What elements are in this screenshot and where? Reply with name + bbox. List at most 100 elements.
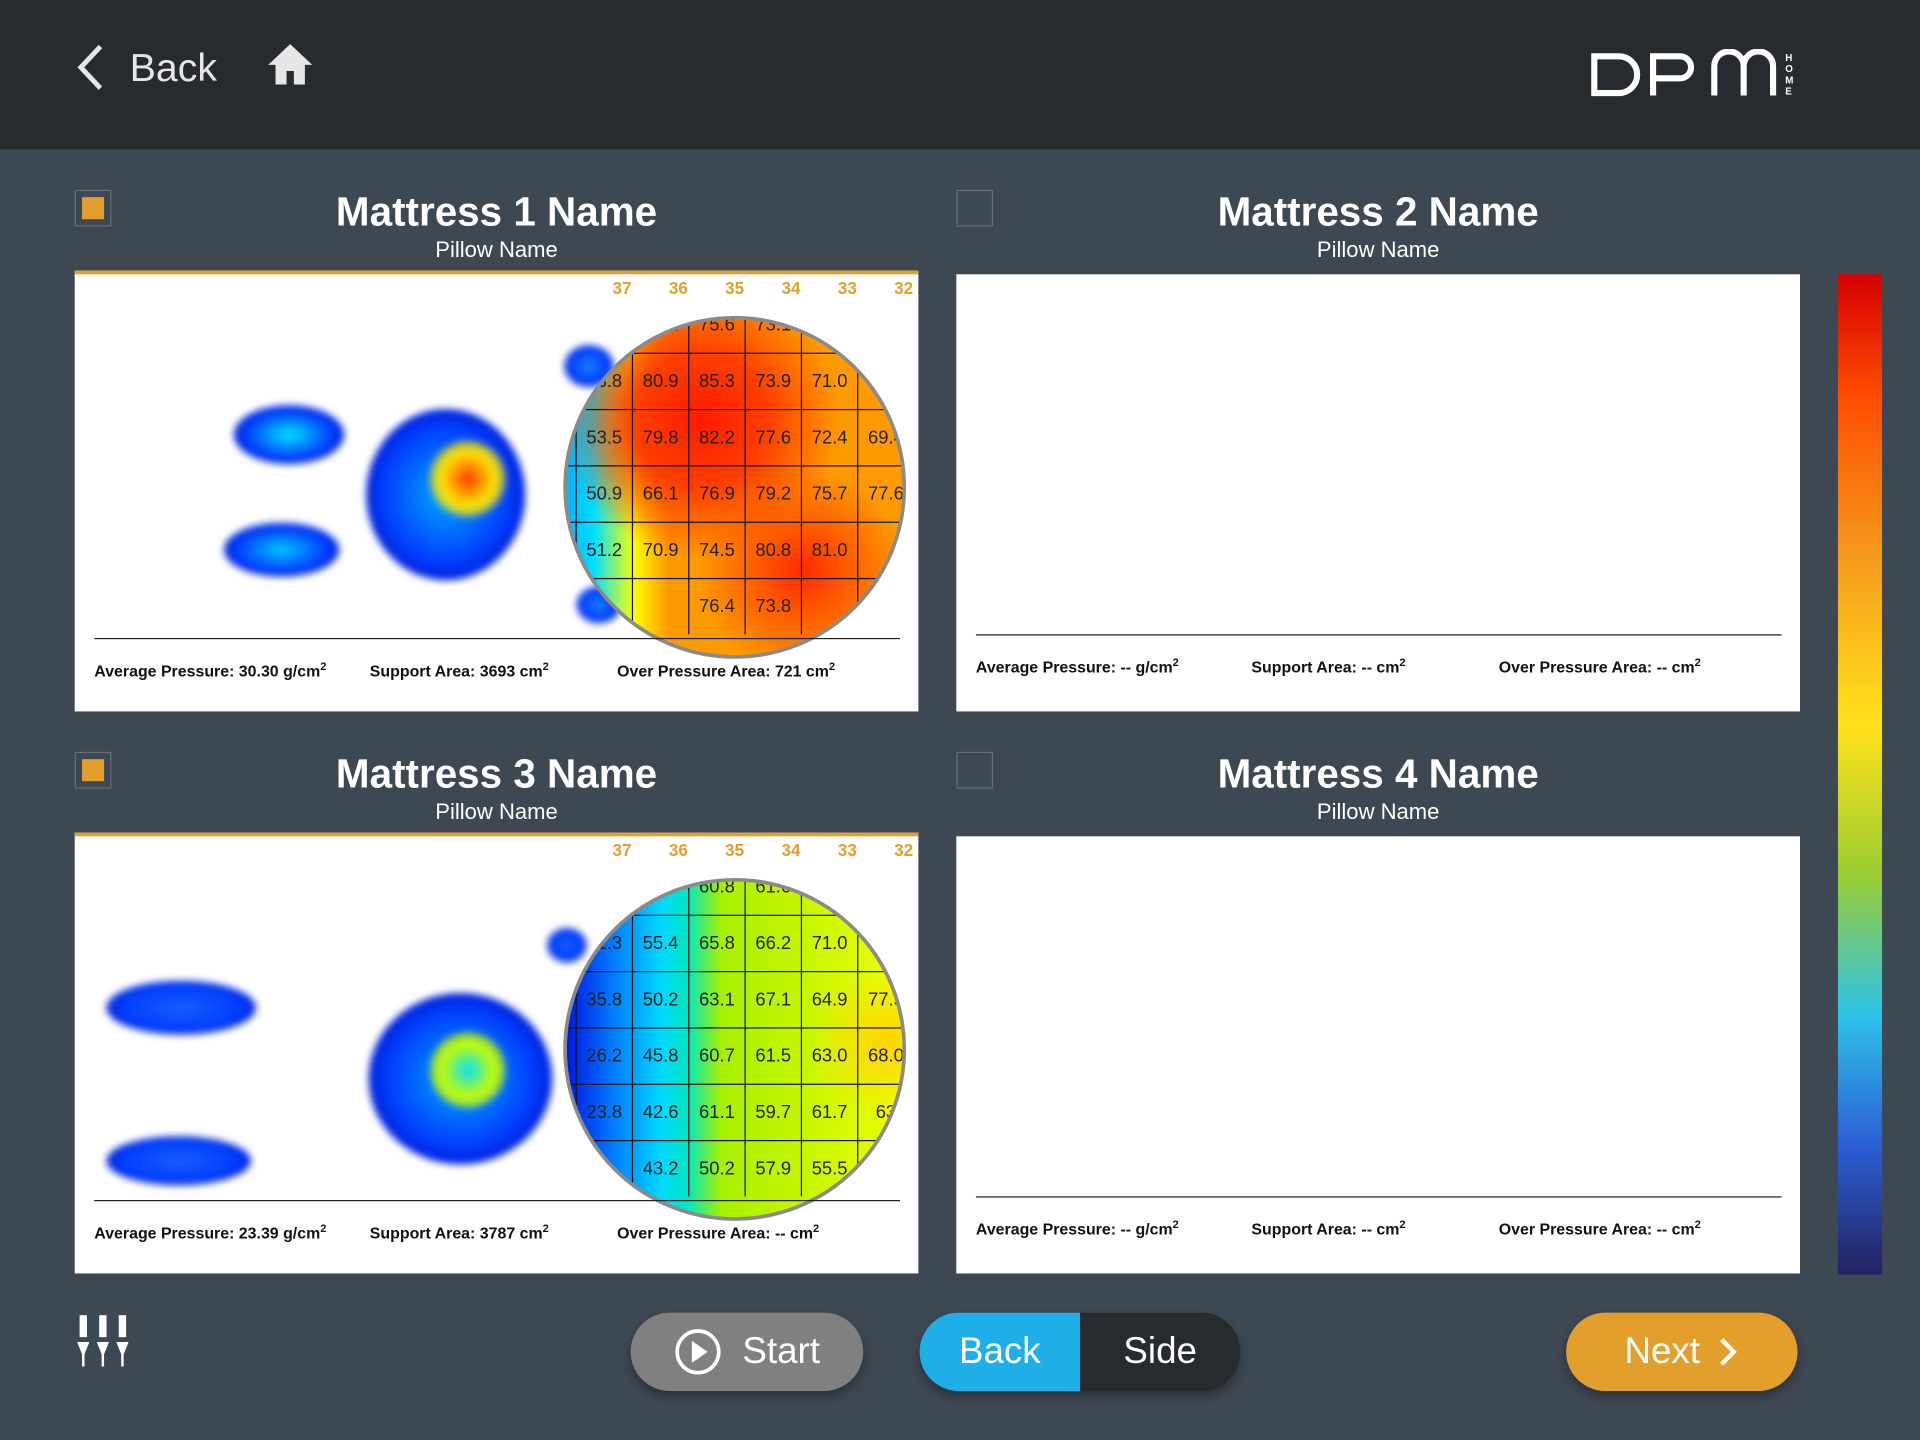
mattress-4-panel[interactable]: Average Pressure: -- g/cm2 Support Area: … <box>956 836 1801 1274</box>
grid-cell: 53.5 <box>575 408 632 466</box>
chevron-left-icon <box>77 44 103 90</box>
stat-support: Support Area: 3693 cm2 <box>370 660 549 680</box>
grid-cell: 43.2 <box>631 1140 689 1197</box>
superscript: 2 <box>812 1222 820 1235</box>
home-icon[interactable] <box>266 42 315 86</box>
grid-cell: 75.7 <box>800 465 858 522</box>
superscript: 2 <box>320 1222 327 1235</box>
pressure-blob <box>106 980 256 1035</box>
dpm-home-logo: H O M E <box>1591 48 1793 97</box>
back-link[interactable]: Back <box>76 37 217 98</box>
grid-cell: 59.7 <box>744 1083 801 1141</box>
grid-cell <box>857 319 902 353</box>
column-label: 33 <box>837 277 857 298</box>
mattress-3-pillow: Pillow Name <box>435 799 558 825</box>
grid-cell: 78.1 <box>631 319 688 353</box>
grid-cell <box>566 1140 576 1196</box>
app-screen: Back H O M E Mattress 1 Name Pillow Name 3… <box>0 0 1920 1440</box>
stat-avg-text: Average Pressure: 23.39 g/cm <box>94 1223 321 1243</box>
toggle-side[interactable]: Side <box>1080 1312 1241 1392</box>
superscript: 2 <box>320 660 327 673</box>
stat-support-text: Support Area: -- cm <box>1251 657 1400 677</box>
column-label: 34 <box>781 840 801 860</box>
stat-support-text: Support Area: 3693 cm <box>369 661 543 680</box>
superscript: 2 <box>1399 656 1406 669</box>
superscript: 2 <box>1172 1218 1179 1231</box>
start-button[interactable]: Start <box>630 1312 864 1392</box>
grid-cell <box>857 914 903 972</box>
grid-cell <box>857 1140 903 1197</box>
grid-cell: 23.8 <box>575 1083 632 1141</box>
play-icon <box>675 1329 721 1375</box>
next-button[interactable]: Next <box>1566 1312 1798 1392</box>
stat-avg: Average Pressure: -- g/cm2 <box>976 656 1179 676</box>
mattress-2-panel[interactable]: Average Pressure: -- g/cm2 Support Area: … <box>956 274 1801 712</box>
superscript: 2 <box>542 1222 549 1235</box>
grid-cell: 63 <box>857 1083 903 1141</box>
mattress-2-pillow: Pillow Name <box>1316 237 1440 263</box>
grid-cell: 73.1 <box>744 319 800 353</box>
grid-cell: 76.9 <box>688 465 745 522</box>
grid-cell: 77.6 <box>744 408 801 466</box>
column-label: 37 <box>612 277 632 298</box>
grid-cell <box>857 577 903 635</box>
magnifier-lens[interactable]: 78.1 75.6 73.1 66.9 63.8 80.9 85.3 73.9 71.0 69 53… <box>563 315 907 659</box>
equalizer-icon[interactable] <box>76 1315 130 1367</box>
grid-cell <box>566 521 576 578</box>
stat-over-text: Over Pressure Area: -- cm <box>1498 657 1695 677</box>
grid-cell: 50.2 <box>688 1140 745 1197</box>
toggle-back[interactable]: Back <box>919 1312 1081 1392</box>
grid-cell: 26.2 <box>575 1027 632 1084</box>
stat-support-text: Support Area: -- cm <box>1251 1219 1400 1239</box>
grid-cell: 57.9 <box>744 1140 801 1197</box>
grid-cell <box>575 319 632 353</box>
grid-cell: 55.4 <box>631 914 689 972</box>
grid-cell <box>800 881 857 915</box>
mattress-1-title: Mattress 1 Name <box>335 188 658 234</box>
svg-text:M: M <box>1785 75 1793 86</box>
superscript: 2 <box>828 660 836 673</box>
grid-cell <box>857 521 903 578</box>
grid-cell: 61.7 <box>800 1083 858 1141</box>
stats-divider <box>975 634 1782 636</box>
grid-cell: 75.6 <box>688 319 744 353</box>
grid-cell: 79.8 <box>631 408 689 466</box>
stat-avg-text: Average Pressure: 30.30 g/cm <box>94 661 321 680</box>
next-label: Next <box>1624 1331 1701 1372</box>
grid-cell: 69.4 <box>857 408 903 466</box>
grid-cell: 64.9 <box>800 971 858 1028</box>
pressure-blob <box>106 1136 252 1186</box>
column-label: 36 <box>668 840 688 860</box>
grid-cell: 69 <box>857 352 903 409</box>
grid-cell <box>567 882 576 915</box>
magnifier-lens[interactable]: 60.8 61.6 41.3 55.4 65.8 66.2 71.0 35.8 50.2 63.1… <box>563 877 907 1221</box>
grid-cell <box>631 881 688 915</box>
mattress-3-panel[interactable]: 37 36 35 34 33 32 60.8 61.6 41.3 55.4 65.8 66.2 71.0… <box>74 832 919 1274</box>
grid-cell <box>566 971 576 1027</box>
grid-cell <box>567 320 576 353</box>
header-bar: Back H O M E <box>0 0 1920 150</box>
svg-text:O: O <box>1785 64 1793 75</box>
grid-cell: 80.9 <box>631 352 689 409</box>
grid-cell: 73.8 <box>744 577 801 635</box>
stat-over: Over Pressure Area: 721 cm2 <box>617 660 835 680</box>
grid-cell: 66.2 <box>744 914 801 972</box>
mattress-1-panel[interactable]: 37 36 35 34 33 32 78.1 75.6 73.1 66.9 63.8 80.9 85.3… <box>74 270 919 712</box>
stat-support: Support Area: 3787 cm2 <box>370 1222 549 1242</box>
column-label: 32 <box>894 840 914 860</box>
grid-cell: 55.5 <box>800 1140 858 1197</box>
toggle-back-label: Back <box>958 1331 1041 1372</box>
grid-cell: 45.8 <box>631 1027 689 1084</box>
grid-cell <box>566 1027 576 1083</box>
column-label: 35 <box>725 277 745 298</box>
stat-over-text: Over Pressure Area: 721 cm <box>617 661 829 680</box>
column-label: 37 <box>612 840 632 860</box>
stat-support-text: Support Area: 3787 cm <box>369 1223 543 1243</box>
grid-cell: 61.5 <box>744 1027 801 1084</box>
pressure-blob <box>233 405 345 465</box>
grid-cell: 80.8 <box>744 521 801 578</box>
stats-divider <box>975 1196 1782 1198</box>
grid-cell: 51.2 <box>575 521 632 578</box>
grid-cell: 74.5 <box>688 521 745 578</box>
grid-cell: 60.7 <box>688 1027 745 1084</box>
